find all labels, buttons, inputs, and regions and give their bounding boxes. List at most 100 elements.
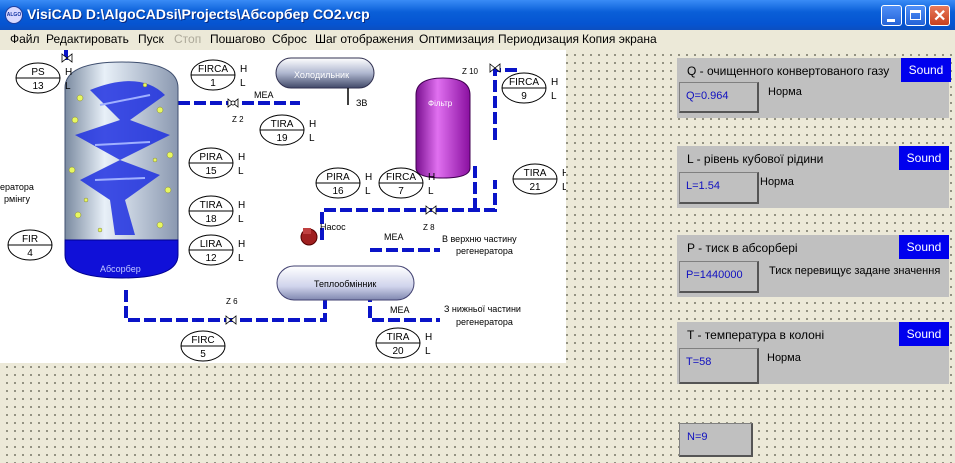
absorber-vessel: Абсорбер (64, 61, 179, 279)
close-icon: ✕ (933, 8, 947, 25)
panel-t-value-box: T=58 (679, 348, 759, 384)
close-button[interactable]: ✕ (929, 5, 950, 26)
instrument-number: 12 (205, 253, 217, 264)
valve-z6: Z 6 (226, 297, 238, 306)
instrument-low-limit: L (238, 253, 244, 264)
panel-t-sound-button[interactable]: Sound (899, 322, 949, 346)
instrument-tag: LIRA (200, 239, 223, 250)
valve-z10: Z 10 (462, 67, 479, 76)
panel-q: Q - очищенного конвертованого газу Sound… (677, 58, 951, 118)
filter-vessel: Фільтр (415, 77, 471, 179)
maximize-button[interactable] (905, 5, 926, 26)
instrument-low-limit: L (365, 186, 371, 197)
instrument-firc5: FIRC 5 (180, 330, 226, 362)
instrument-tag: TIRA (524, 168, 547, 179)
process-diagram: Абсорбер Холодильник ЗВ Фільтр Теплообмі… (0, 50, 566, 363)
instrument-ps13: PS 13 HL (15, 62, 72, 94)
counter-value: N=9 (687, 431, 708, 443)
instrument-low-limit: L (551, 91, 557, 102)
menu-stop: Стоп (174, 32, 202, 46)
from-lower-label-2: регенератора (456, 317, 513, 327)
instrument-tag: PS (31, 67, 45, 78)
panel-l-value-box: L=1.54 (679, 172, 759, 204)
instrument-number: 21 (529, 182, 541, 193)
instrument-tag: FIRCA (509, 77, 539, 88)
instrument-high-limit: H (65, 67, 72, 78)
instrument-low-limit: L (309, 133, 315, 144)
panel-p-value: P=1440000 (686, 269, 743, 281)
title-bar: ALGO VisiCAD D:\AlgoCADsi\Projects\Абсор… (0, 0, 955, 30)
instrument-tag: FIRCA (386, 172, 416, 183)
menu-bar: Файл Редактировать Пуск Стоп Пошагово Сб… (0, 30, 955, 48)
menu-edit[interactable]: Редактировать (46, 32, 129, 46)
instrument-fir4: FIR 4 (7, 229, 53, 261)
instrument-high-limit: H (238, 200, 245, 211)
menu-file[interactable]: Файл (10, 32, 40, 46)
panel-t: T - температура в колоні Sound T=58 Норм… (677, 322, 949, 384)
valve-z2: Z 2 (232, 115, 244, 124)
filter-label: Фільтр (428, 99, 453, 108)
menu-optimization[interactable]: Оптимизация (419, 32, 494, 46)
instrument-number: 5 (200, 349, 206, 360)
left-cut-text-1: ератора (0, 182, 34, 192)
instrument-tag: FIRC (191, 335, 214, 346)
menu-display-step[interactable]: Шаг отображения (315, 32, 414, 46)
panel-p-status: Тиск перевищує задане значення (769, 265, 941, 277)
menu-reset[interactable]: Сброс (272, 32, 307, 46)
instrument-low-limit: L (238, 214, 244, 225)
instrument-pira16: PIRA 16 HL (315, 167, 372, 199)
panel-q-sound-button[interactable]: Sound (901, 58, 951, 82)
instrument-low-limit: L (238, 166, 244, 177)
instrument-low-limit: L (425, 346, 431, 357)
window-title: VisiCAD D:\AlgoCADsi\Projects\Абсорбер C… (27, 6, 370, 22)
instrument-number: 20 (392, 346, 404, 357)
panel-q-value: Q=0.964 (686, 90, 729, 102)
instrument-tag: FIR (22, 234, 38, 245)
heat-exchanger: Теплообмінник (276, 265, 415, 301)
instrument-tag: FIRCA (198, 64, 228, 75)
app-icon[interactable]: ALGO (5, 6, 23, 24)
cooler: Холодильник ЗВ (275, 57, 375, 108)
panel-p-value-box: P=1440000 (679, 261, 759, 293)
valve-z8: Z 8 (423, 223, 435, 232)
mea-label-3: МЕА (390, 305, 410, 315)
panel-t-status: Норма (767, 352, 801, 364)
instrument-tira18: TIRA 18 HL (188, 195, 245, 227)
instrument-lira12: LIRA 12 HL (188, 234, 245, 266)
panel-p-sound-button[interactable]: Sound (899, 235, 949, 259)
panel-l-value: L=1.54 (686, 180, 720, 192)
instrument-pira15: PIRA 15 HL (188, 147, 245, 179)
minimize-button[interactable] (881, 5, 902, 26)
instrument-firca9: FIRCA 9 HL (501, 72, 558, 104)
instrument-tag: TIRA (387, 332, 410, 343)
instrument-number: 16 (332, 186, 344, 197)
instrument-low-limit: L (65, 81, 71, 92)
process-diagram-svg: Абсорбер Холодильник ЗВ Фільтр Теплообмі… (0, 50, 566, 362)
instrument-number: 13 (32, 81, 44, 92)
menu-screen-copy[interactable]: Копия экрана (582, 32, 657, 46)
maximize-icon (910, 10, 921, 20)
from-lower-label: З нижньої частини (444, 304, 521, 314)
instrument-number: 9 (521, 91, 527, 102)
instrument-high-limit: H (551, 77, 558, 88)
instrument-tag: PIRA (326, 172, 350, 183)
to-upper-label: В верхню частину (442, 234, 517, 244)
instrument-number: 7 (398, 186, 404, 197)
left-cut-text-2: рмінгу (4, 194, 30, 204)
menu-run[interactable]: Пуск (138, 32, 164, 46)
instrument-tag: TIRA (200, 200, 223, 211)
panel-l-status: Норма (760, 176, 794, 188)
menu-step[interactable]: Пошагово (210, 32, 265, 46)
pump-label: Насос (320, 222, 346, 232)
instrument-tag: PIRA (199, 152, 223, 163)
menu-periodization[interactable]: Периодизация (498, 32, 579, 46)
zv-label: ЗВ (356, 98, 367, 108)
panel-q-title: Q - очищенного конвертованого газу (687, 64, 890, 78)
panel-l-sound-button[interactable]: Sound (899, 146, 949, 170)
panel-l: L - рівень кубової рідини Sound L=1.54 Н… (677, 146, 949, 208)
instrument-high-limit: H (240, 64, 247, 75)
panel-t-title: T - температура в колоні (687, 328, 825, 342)
instrument-tira20: TIRA 20 HL (375, 327, 432, 359)
instrument-firca1: FIRCA 1 HL (190, 59, 247, 91)
heat-exchanger-label: Теплообмінник (314, 279, 376, 289)
